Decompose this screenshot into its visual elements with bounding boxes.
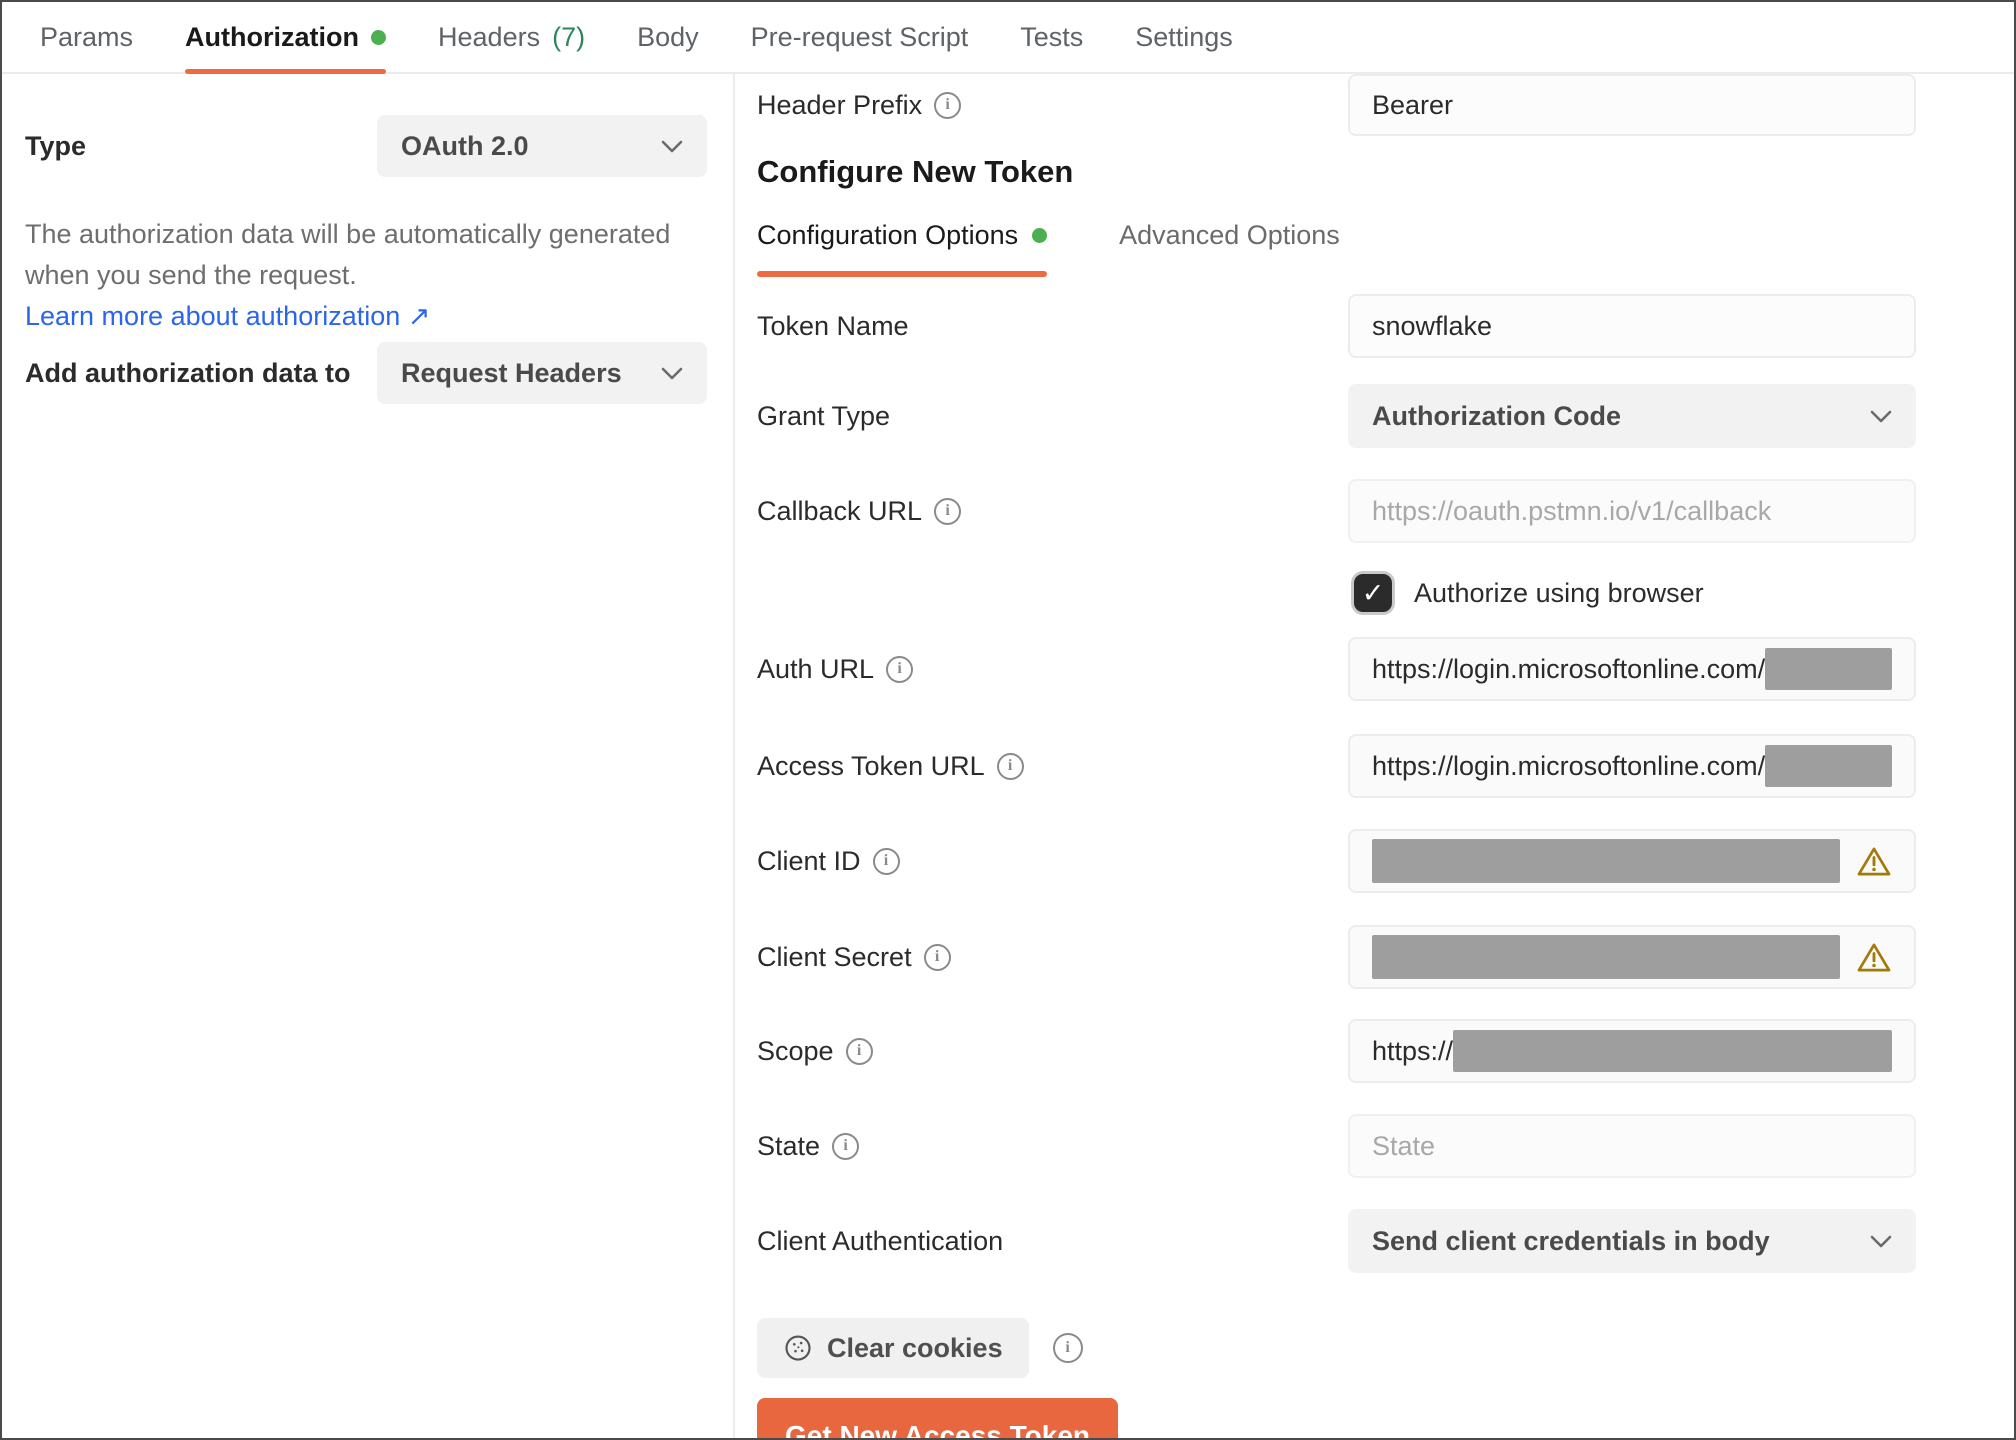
token-subtabs: Configuration Options Advanced Options	[757, 220, 1340, 277]
client-authentication-label: Client Authentication	[757, 1225, 1004, 1256]
tab-settings[interactable]: Settings	[1135, 2, 1233, 72]
client-authentication-value: Send client credentials in body	[1372, 1225, 1770, 1256]
token-name-input[interactable]	[1348, 294, 1916, 358]
auth-url-value: https://login.microsoftonline.com/	[1372, 653, 1766, 684]
tab-headers[interactable]: Headers (7)	[438, 2, 585, 72]
info-icon[interactable]: i	[934, 497, 962, 525]
info-icon[interactable]: i	[1052, 1333, 1083, 1363]
token-name-label: Token Name	[757, 310, 909, 341]
tab-label: Settings	[1135, 21, 1233, 52]
grant-type-label: Grant Type	[757, 400, 891, 431]
auth-description-line1: The authorization data will be automatic…	[25, 219, 671, 249]
chevron-down-icon	[1870, 1235, 1892, 1247]
tab-authorization[interactable]: Authorization	[185, 2, 387, 74]
subtab-advanced-options[interactable]: Advanced Options	[1119, 220, 1340, 277]
info-icon[interactable]: i	[923, 943, 951, 971]
subtab-configuration-options[interactable]: Configuration Options	[757, 220, 1048, 277]
info-icon[interactable]: i	[886, 655, 914, 683]
grant-type-value: Authorization Code	[1372, 400, 1621, 431]
cookie-icon	[785, 1335, 811, 1361]
get-new-access-token-button[interactable]: Get New Access Token	[757, 1398, 1119, 1438]
auth-description-line2: when you send the request.	[25, 260, 357, 290]
tab-body[interactable]: Body	[637, 2, 699, 72]
redacted-value-block	[1453, 1030, 1892, 1072]
chevron-down-icon	[661, 367, 683, 379]
tab-label: Params	[40, 21, 134, 52]
add-to-dropdown[interactable]: Request Headers	[377, 342, 707, 404]
info-icon[interactable]: i	[832, 1132, 860, 1160]
redacted-value-block	[1765, 745, 1892, 787]
external-link-icon: ↗	[407, 301, 431, 331]
panel-divider	[733, 72, 735, 1438]
info-icon[interactable]: i	[845, 1037, 873, 1065]
request-editor-window: Params Authorization Headers (7) Body Pr…	[0, 0, 2016, 1440]
client-authentication-dropdown[interactable]: Send client credentials in body	[1348, 1209, 1916, 1273]
header-prefix-label: Header Prefix i	[757, 74, 962, 136]
scope-field[interactable]: https://	[1348, 1019, 1916, 1083]
tab-tests[interactable]: Tests	[1020, 2, 1083, 72]
state-input[interactable]	[1348, 1114, 1916, 1178]
clear-cookies-row: Clear cookies i	[757, 1318, 1083, 1378]
learn-more-link[interactable]: Learn more about authorization ↗	[25, 296, 725, 337]
grant-type-dropdown[interactable]: Authorization Code	[1348, 384, 1916, 448]
auth-type-dropdown[interactable]: OAuth 2.0	[377, 115, 707, 177]
warning-icon	[1857, 847, 1891, 875]
headers-count-badge: (7)	[552, 21, 586, 52]
add-authorization-data-to-label: Add authorization data to	[25, 357, 351, 388]
green-status-dot-icon	[1032, 228, 1048, 243]
checkmark-icon: ✓	[1361, 577, 1385, 608]
access-token-url-label: Access Token URL i	[757, 734, 1024, 798]
tab-label: Tests	[1020, 21, 1084, 52]
client-secret-label: Client Secret i	[757, 925, 951, 989]
info-icon[interactable]: i	[934, 91, 962, 119]
authorize-browser-label[interactable]: Authorize using browser	[1414, 578, 1704, 609]
chevron-down-icon	[1870, 410, 1892, 422]
callback-url-label: Callback URL i	[757, 479, 962, 543]
auth-description: The authorization data will be automatic…	[25, 214, 725, 337]
redacted-value-block	[1372, 935, 1840, 979]
header-prefix-input[interactable]	[1348, 74, 1916, 136]
chevron-down-icon	[661, 140, 683, 152]
state-label: State i	[757, 1114, 860, 1178]
access-token-url-field[interactable]: https://login.microsoftonline.com/	[1348, 734, 1916, 798]
tab-label: Pre-request Script	[750, 21, 969, 52]
client-id-field[interactable]	[1348, 829, 1916, 893]
tab-pre-request-script[interactable]: Pre-request Script	[751, 2, 969, 72]
warning-icon	[1857, 943, 1891, 971]
tab-label: Headers	[438, 21, 541, 52]
tab-label: Body	[637, 21, 699, 52]
client-secret-field[interactable]	[1348, 925, 1916, 989]
clear-cookies-button[interactable]: Clear cookies	[757, 1318, 1029, 1378]
scope-label: Scope i	[757, 1019, 873, 1083]
redacted-value-block	[1765, 648, 1892, 690]
info-icon[interactable]: i	[996, 752, 1024, 780]
tab-params[interactable]: Params	[40, 2, 133, 72]
add-to-value: Request Headers	[401, 357, 622, 388]
auth-url-field[interactable]: https://login.microsoftonline.com/	[1348, 637, 1916, 701]
access-token-url-value: https://login.microsoftonline.com/	[1372, 750, 1766, 781]
configure-new-token-title: Configure New Token	[757, 154, 1074, 189]
scope-value: https://	[1372, 1035, 1454, 1066]
callback-url-input[interactable]	[1348, 479, 1916, 543]
green-status-dot-icon	[371, 29, 387, 45]
auth-type-value: OAuth 2.0	[401, 130, 529, 161]
tab-label: Authorization	[185, 21, 360, 52]
redacted-value-block	[1372, 839, 1840, 883]
request-tab-bar: Params Authorization Headers (7) Body Pr…	[2, 2, 2014, 74]
client-id-label: Client ID i	[757, 829, 900, 893]
authorize-browser-row: ✓ Authorize using browser	[1354, 574, 1704, 612]
type-label: Type	[25, 130, 87, 161]
authorize-browser-checkbox[interactable]: ✓	[1354, 574, 1392, 612]
auth-url-label: Auth URL i	[757, 637, 914, 701]
clear-cookies-label: Clear cookies	[827, 1332, 1003, 1363]
info-icon[interactable]: i	[872, 847, 900, 875]
